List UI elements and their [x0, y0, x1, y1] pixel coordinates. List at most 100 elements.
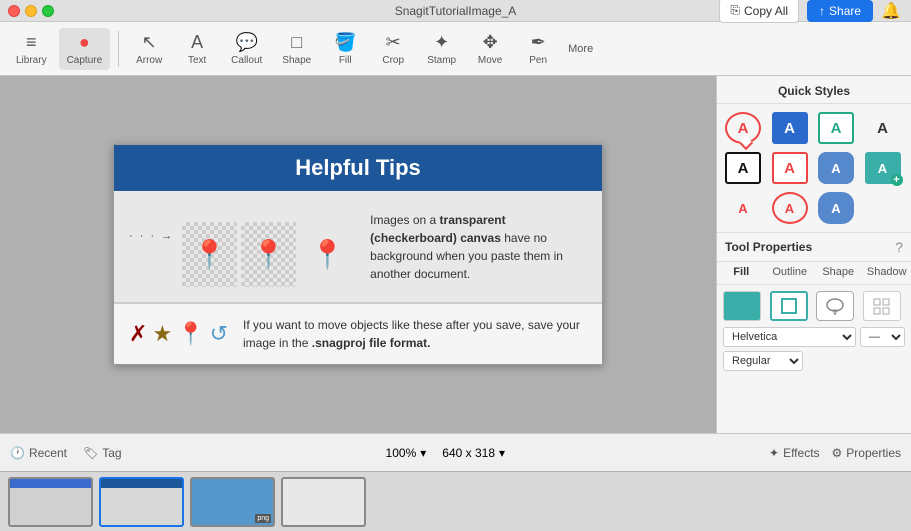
- effects-label: Effects: [783, 446, 819, 460]
- canvas-area[interactable]: Helpful Tips · · · → 📍: [0, 76, 716, 433]
- effects-icon: ✦: [769, 446, 779, 460]
- toolbar-callout[interactable]: 💬 Callout: [223, 28, 270, 70]
- font-weight-row: Regular: [723, 351, 905, 371]
- tag-button[interactable]: 🏷 Tag: [83, 446, 122, 460]
- bottom-icons: ✗ ★ 📍 ↺: [129, 321, 228, 347]
- tool-properties-tabs: Fill Outline Shape Shadow: [717, 262, 911, 285]
- quick-style-9[interactable]: A: [723, 190, 763, 226]
- quick-style-5[interactable]: A: [723, 150, 763, 186]
- move-icon: ✥: [483, 32, 498, 53]
- recent-button[interactable]: 🕐 Recent: [10, 446, 67, 460]
- style-teal-plus: A: [865, 152, 901, 184]
- location-pin-icon: 📍: [177, 321, 204, 347]
- tab-outline[interactable]: Outline: [766, 262, 815, 284]
- canvas-top-text: Images on a transparent (checkerboard) c…: [370, 211, 587, 283]
- canvas-top-section: · · · → 📍 📍 📍: [114, 191, 602, 304]
- quick-style-3[interactable]: A: [816, 110, 856, 146]
- dimensions-display[interactable]: 640 x 318 ▾: [442, 446, 505, 460]
- toolbar-capture[interactable]: ● Capture: [59, 28, 111, 70]
- zoom-control[interactable]: 100% ▾: [386, 446, 427, 460]
- canvas-bottom-text: If you want to move objects like these a…: [243, 316, 587, 352]
- close-button[interactable]: [8, 5, 20, 17]
- quick-style-11[interactable]: A: [816, 190, 856, 226]
- window-title: SnagitTutorialImage_A: [395, 4, 517, 18]
- tab-fill[interactable]: Fill: [717, 262, 766, 284]
- properties-label: Properties: [846, 446, 901, 460]
- status-bar: 🕐 Recent 🏷 Tag 100% ▾ 640 x 318 ▾ ✦ Effe…: [0, 433, 911, 471]
- canvas-content: Helpful Tips · · · → 📍: [113, 144, 603, 365]
- toolbar-pen[interactable]: ✒ Pen: [516, 28, 560, 70]
- toolbar-text[interactable]: A Text: [175, 28, 219, 70]
- toolbar-more[interactable]: More: [564, 39, 597, 59]
- quick-style-2[interactable]: A: [770, 110, 810, 146]
- quick-style-8[interactable]: A: [863, 150, 903, 186]
- font-weight-select[interactable]: Regular: [723, 351, 803, 371]
- toolbar: ≡ Library ● Capture ↖ Arrow A Text 💬 Cal…: [0, 22, 911, 76]
- toolbar-shape[interactable]: □ Shape: [274, 28, 319, 70]
- recent-label: Recent: [29, 446, 67, 460]
- pen-icon: ✒: [531, 32, 546, 53]
- swatch-grid[interactable]: [863, 291, 901, 321]
- swatch-speech[interactable]: [816, 291, 854, 321]
- tab-shadow[interactable]: Shadow: [863, 262, 911, 284]
- share-label: Share: [829, 4, 861, 18]
- font-size-select[interactable]: —: [860, 327, 905, 347]
- shape-icon: □: [291, 32, 302, 53]
- tool-properties-content: Helvetica — Regular: [717, 285, 911, 381]
- quick-style-7[interactable]: A: [816, 150, 856, 186]
- style-red-bubble: A: [725, 112, 761, 144]
- quick-style-1[interactable]: A: [723, 110, 763, 146]
- capture-icon: ●: [79, 32, 90, 53]
- effects-button[interactable]: ✦ Effects: [769, 446, 820, 460]
- swatch-outline[interactable]: [770, 291, 808, 321]
- style-green-box: A: [818, 112, 854, 144]
- thumbnail-4[interactable]: [281, 477, 366, 527]
- toolbar-stamp[interactable]: ✦ Stamp: [419, 28, 464, 70]
- star-icon: ★: [152, 321, 172, 347]
- speech-svg: [825, 297, 845, 315]
- canvas-bottom-section: ✗ ★ 📍 ↺ If you want to move objects like…: [114, 304, 602, 364]
- style-red-plain: A: [725, 192, 761, 224]
- stamp-icon: ✦: [434, 32, 449, 53]
- copy-all-label: Copy All: [744, 4, 788, 18]
- dashed-arrow-icon: · · · →: [129, 230, 174, 242]
- grid-svg: [872, 297, 892, 315]
- status-center: 100% ▾ 640 x 318 ▾: [386, 446, 505, 460]
- toolbar-fill[interactable]: 🪣 Fill: [323, 28, 367, 70]
- properties-button[interactable]: ⚙ Properties: [832, 446, 901, 460]
- tab-shape[interactable]: Shape: [814, 262, 863, 284]
- tool-properties-header: Tool Properties ?: [717, 232, 911, 262]
- toolbar-library[interactable]: ≡ Library: [8, 28, 55, 70]
- help-icon[interactable]: ?: [895, 239, 903, 255]
- toolbar-arrow[interactable]: ↖ Arrow: [127, 28, 171, 70]
- transparent-pin-1: 📍: [182, 222, 237, 287]
- style-red-box: A: [772, 152, 808, 184]
- copy-all-button[interactable]: ⎘ Copy All: [719, 0, 799, 23]
- toolbar-crop[interactable]: ✂ Crop: [371, 28, 415, 70]
- quick-style-6[interactable]: A: [770, 150, 810, 186]
- thumb-1-image: [10, 479, 91, 525]
- zoom-label: 100%: [386, 446, 417, 460]
- callout-icon: 💬: [236, 32, 258, 53]
- gear-icon: ⚙: [832, 446, 843, 460]
- toolbar-move[interactable]: ✥ Move: [468, 28, 512, 70]
- png-badge: png: [255, 514, 271, 523]
- notification-bell-button[interactable]: 🔔: [881, 1, 901, 21]
- share-button[interactable]: ↑ Share: [807, 0, 873, 22]
- more-label: More: [568, 43, 593, 55]
- thumbnail-2[interactable]: [99, 477, 184, 527]
- minimize-button[interactable]: [25, 5, 37, 17]
- quick-style-10[interactable]: A: [770, 190, 810, 226]
- style-cloud-blue: A: [818, 152, 854, 184]
- quick-style-4[interactable]: A: [863, 110, 903, 146]
- crop-icon: ✂: [386, 32, 401, 53]
- swatch-teal[interactable]: [723, 291, 761, 321]
- outline-svg: [780, 297, 798, 315]
- maximize-button[interactable]: [42, 5, 54, 17]
- red-cross-icon: ✗: [129, 321, 147, 347]
- thumbnail-1[interactable]: [8, 477, 93, 527]
- font-family-select[interactable]: Helvetica: [723, 327, 856, 347]
- tool-properties-title: Tool Properties: [725, 240, 812, 254]
- style-cloud-blue-2: A: [818, 192, 854, 224]
- thumbnail-3[interactable]: png: [190, 477, 275, 527]
